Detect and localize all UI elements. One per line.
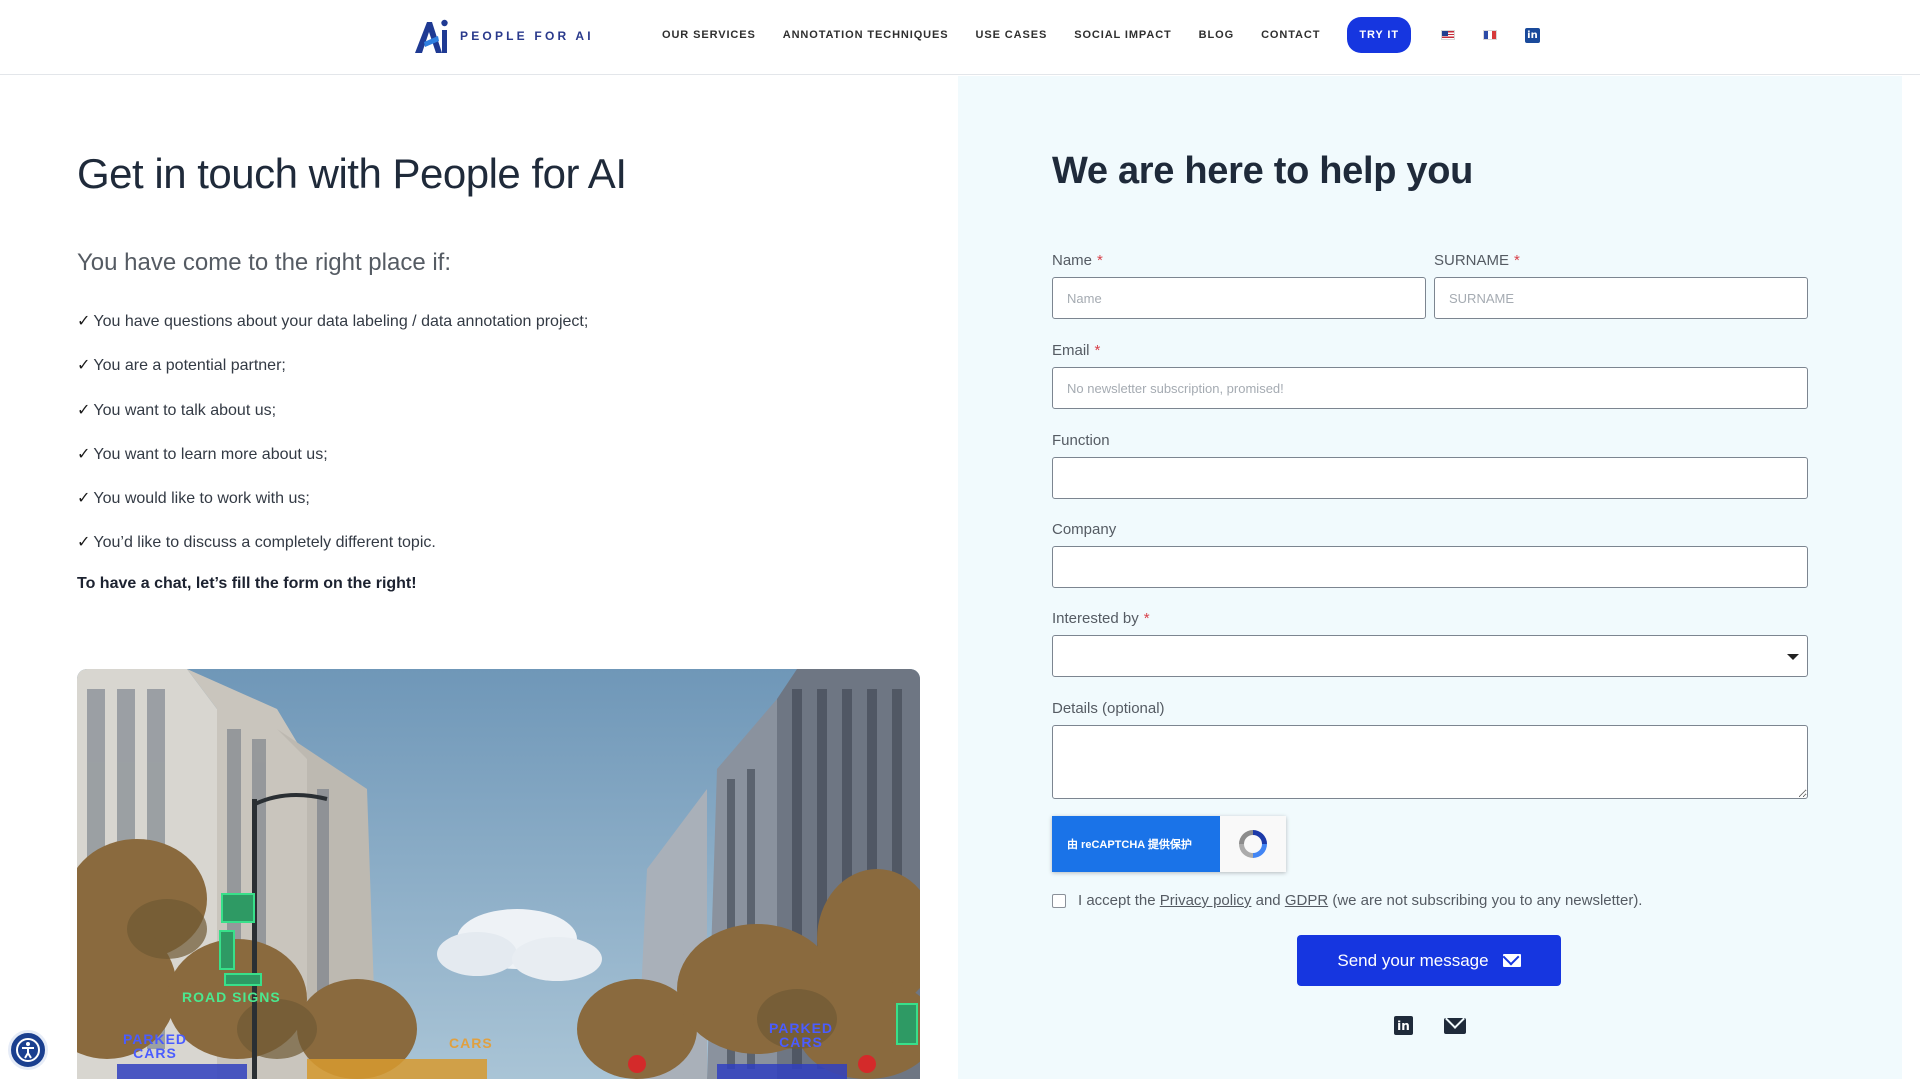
contact-icons: in xyxy=(1394,1016,1466,1035)
function-input[interactable] xyxy=(1052,457,1808,499)
consent-row: I accept the Privacy policy and GDPR (we… xyxy=(1052,892,1642,909)
intro-subtitle: You have come to the right place if: xyxy=(77,249,452,276)
list-item: ✓ You are a potential partner; xyxy=(77,357,286,375)
check-icon: ✓ xyxy=(77,445,91,463)
contact-form-panel: We are here to help you Name* SURNAME* E… xyxy=(958,76,1902,1079)
road-signs-tag: ROAD SIGNS xyxy=(182,989,281,1005)
check-icon: ✓ xyxy=(77,401,91,419)
email-label: Email * xyxy=(1052,342,1101,359)
nav-our-services[interactable]: OUR SERVICES xyxy=(662,29,756,41)
required-marker: * xyxy=(1094,342,1101,359)
us-flag-icon[interactable] xyxy=(1440,30,1455,40)
list-item: ✓ You’d like to discuss a completely diff… xyxy=(77,534,436,552)
call-to-action-text: To have a chat, let’s fill the form on t… xyxy=(77,575,417,592)
gdpr-link[interactable]: GDPR xyxy=(1285,892,1328,909)
fr-flag-icon[interactable] xyxy=(1482,30,1497,40)
check-icon: ✓ xyxy=(77,490,91,508)
page-title: Get in touch with People for AI xyxy=(77,150,627,197)
surname-label: SURNAME * xyxy=(1434,252,1520,269)
nav-blog[interactable]: BLOG xyxy=(1199,29,1234,41)
cars-tag: CARS xyxy=(449,1035,493,1051)
nav-contact[interactable]: CONTACT xyxy=(1261,29,1320,41)
surname-input[interactable] xyxy=(1434,277,1808,319)
try-it-button[interactable]: TRY IT xyxy=(1347,17,1411,53)
linkedin-icon[interactable]: in xyxy=(1524,27,1540,43)
company-label: Company xyxy=(1052,521,1117,538)
annotated-street-image: ROAD SIGNS PARKED CARS CARS PARKED CARS xyxy=(77,669,920,1079)
details-textarea[interactable] xyxy=(1052,725,1808,799)
required-marker: * xyxy=(1097,252,1103,269)
interested-label: Interested by * xyxy=(1052,610,1150,627)
details-label: Details (optional) xyxy=(1052,700,1165,717)
envelope-icon xyxy=(1502,954,1521,967)
check-icon: ✓ xyxy=(77,357,91,375)
people-for-ai-logo-icon xyxy=(415,19,448,53)
nav-annotation-techniques[interactable]: ANNOTATION TECHNIQUES xyxy=(783,29,949,41)
company-input[interactable] xyxy=(1052,546,1808,588)
nav-use-cases[interactable]: USE CASES xyxy=(976,29,1048,41)
logo[interactable]: PEOPLE FOR AI xyxy=(412,16,594,56)
main-nav: OUR SERVICES ANNOTATION TECHNIQUES USE C… xyxy=(662,0,1540,70)
check-icon: ✓ xyxy=(77,313,91,330)
check-icon: ✓ xyxy=(77,534,91,552)
function-label: Function xyxy=(1052,432,1110,449)
list-item: ✓ You want to learn more about us; xyxy=(77,445,328,463)
list-item: ✓ You would like to work with us; xyxy=(77,490,310,508)
accessibility-icon xyxy=(16,1038,40,1062)
email-input[interactable] xyxy=(1052,367,1808,409)
logo-text: PEOPLE FOR AI xyxy=(460,29,594,43)
required-marker: * xyxy=(1143,610,1150,627)
chevron-down-icon xyxy=(1787,654,1799,660)
parked-cars-right-tag: PARKED CARS xyxy=(768,1020,834,1050)
privacy-policy-link[interactable]: Privacy policy xyxy=(1160,892,1252,909)
required-marker: * xyxy=(1514,252,1520,269)
site-header: PEOPLE FOR AI OUR SERVICES ANNOTATION TE… xyxy=(0,0,1920,75)
street-scene-illustration xyxy=(77,669,920,1079)
parked-cars-left-tag: PARKED CARS xyxy=(122,1031,188,1061)
name-label: Name * xyxy=(1052,252,1103,269)
list-item: ✓ You want to talk about us; xyxy=(77,401,277,419)
interested-select[interactable] xyxy=(1052,635,1808,677)
reasons-list: ✓ You have questions about your data labe… xyxy=(77,311,588,577)
form-title: We are here to help you xyxy=(1052,150,1474,192)
recaptcha-label: 由 reCAPTCHA 提供保护 xyxy=(1052,816,1220,872)
recaptcha-widget[interactable]: 由 reCAPTCHA 提供保护 xyxy=(1052,816,1286,872)
email-icon[interactable] xyxy=(1444,1017,1466,1034)
linkedin-icon[interactable]: in xyxy=(1394,1016,1413,1035)
send-message-button[interactable]: Send your message xyxy=(1297,935,1561,986)
recaptcha-logo-icon xyxy=(1220,816,1286,872)
nav-social-impact[interactable]: SOCIAL IMPACT xyxy=(1074,29,1171,41)
consent-checkbox[interactable] xyxy=(1052,893,1066,908)
list-item: ✓ You have questions about your data labe… xyxy=(77,313,589,330)
name-input[interactable] xyxy=(1052,277,1426,319)
accessibility-button[interactable] xyxy=(8,1030,48,1070)
